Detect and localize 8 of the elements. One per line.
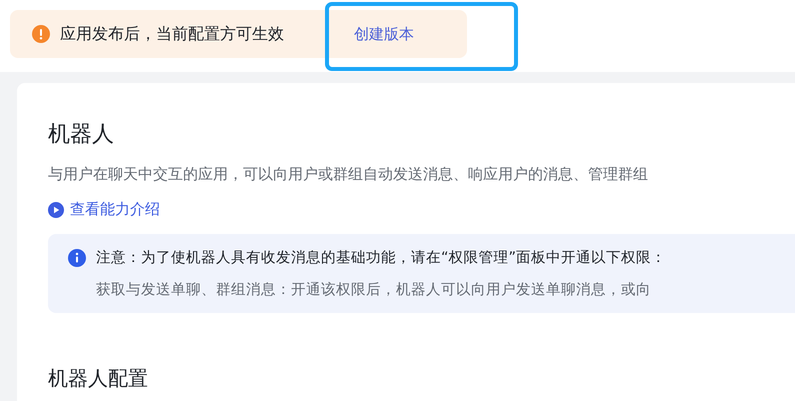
section-title: 机器人 — [48, 121, 115, 149]
create-version-button[interactable]: 创建版本 — [334, 18, 430, 50]
section-description: 与用户在聊天中交互的应用，可以向用户或群组自动发送消息、响应用户的消息、管理群组 — [48, 165, 649, 184]
notice-title: 注意：为了使机器人具有收发消息的基础功能，请在“权限管理”面板中开通以下权限： — [96, 248, 666, 266]
banner-message: 应用发布后，当前配置方可生效 — [60, 24, 284, 44]
notice-detail: 获取与发送单聊、群组消息：开通该权限后，机器人可以向用户发送单聊消息，或向 — [96, 280, 652, 298]
capability-link[interactable]: 查看能力介绍 — [48, 200, 160, 219]
section-title: 机器人配置 — [48, 364, 149, 392]
